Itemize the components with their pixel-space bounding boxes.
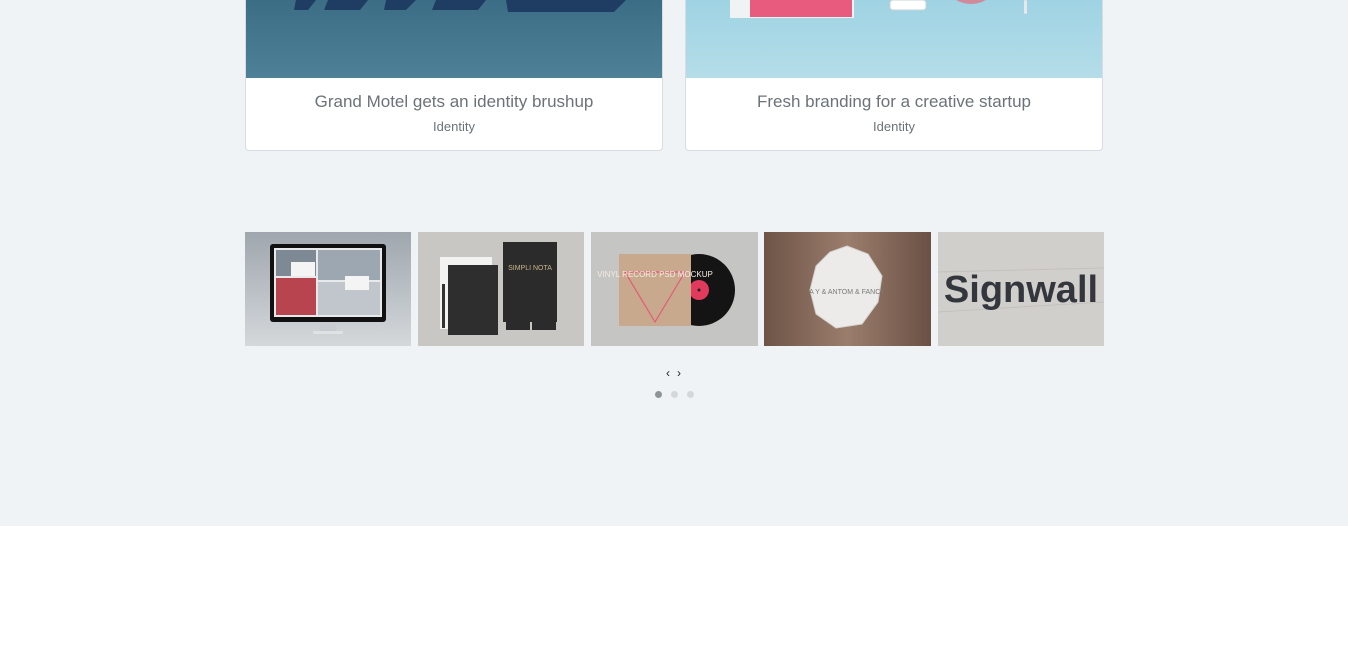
- portfolio-card[interactable]: Fresh branding for a creative startup Id…: [685, 0, 1103, 151]
- vinyl-mockup-image: VINYL RECORD PSD MOCKUP: [591, 232, 758, 346]
- stationery-mockup-image: SIMPLI NOTA: [418, 232, 584, 346]
- card-image-motel[interactable]: [246, 0, 662, 78]
- carousel-item-vinyl[interactable]: VINYL RECORD PSD MOCKUP: [591, 232, 758, 346]
- carousel-dot-2[interactable]: [671, 391, 678, 398]
- carousel-item-stationery[interactable]: SIMPLI NOTA: [418, 232, 584, 346]
- carousel-pagination: [655, 391, 695, 398]
- card-body: Fresh branding for a creative startup Id…: [686, 78, 1102, 150]
- signwall-mockup-image: Signwall: [938, 232, 1104, 346]
- stationery-logo-text: SIMPLI NOTA: [508, 265, 552, 272]
- carousel-item-badge[interactable]: A Y & ANTOM & FANCY: [764, 232, 931, 346]
- portfolio-section: Grand Motel gets an identity brushup Ide…: [0, 0, 1348, 526]
- card-title[interactable]: Fresh branding for a creative startup: [686, 91, 1102, 113]
- startup-image: [686, 0, 1102, 78]
- monitor-mockup-image: [245, 232, 411, 346]
- carousel-item-monitor[interactable]: [245, 232, 411, 346]
- card-body: Grand Motel gets an identity brushup Ide…: [246, 78, 662, 150]
- signwall-text: Signwall: [944, 269, 1098, 311]
- carousel-dot-3[interactable]: [687, 391, 694, 398]
- carousel-prev-button[interactable]: ‹: [666, 367, 670, 379]
- carousel-nav: ‹ ›: [664, 367, 686, 379]
- card-category[interactable]: Identity: [246, 119, 662, 135]
- card-title[interactable]: Grand Motel gets an identity brushup: [246, 91, 662, 113]
- motel-image: [246, 0, 662, 78]
- badge-text: A Y & ANTOM & FANCY: [809, 289, 885, 296]
- badge-mockup-image: A Y & ANTOM & FANCY: [764, 232, 931, 346]
- carousel-item-signwall[interactable]: Signwall: [938, 232, 1104, 346]
- portfolio-card[interactable]: Grand Motel gets an identity brushup Ide…: [245, 0, 663, 151]
- card-category[interactable]: Identity: [686, 119, 1102, 135]
- carousel-next-button[interactable]: ›: [677, 367, 681, 379]
- card-image-startup[interactable]: [686, 0, 1102, 78]
- vinyl-cover-text: VINYL RECORD PSD MOCKUP: [597, 270, 713, 279]
- carousel-dot-1[interactable]: [655, 391, 662, 398]
